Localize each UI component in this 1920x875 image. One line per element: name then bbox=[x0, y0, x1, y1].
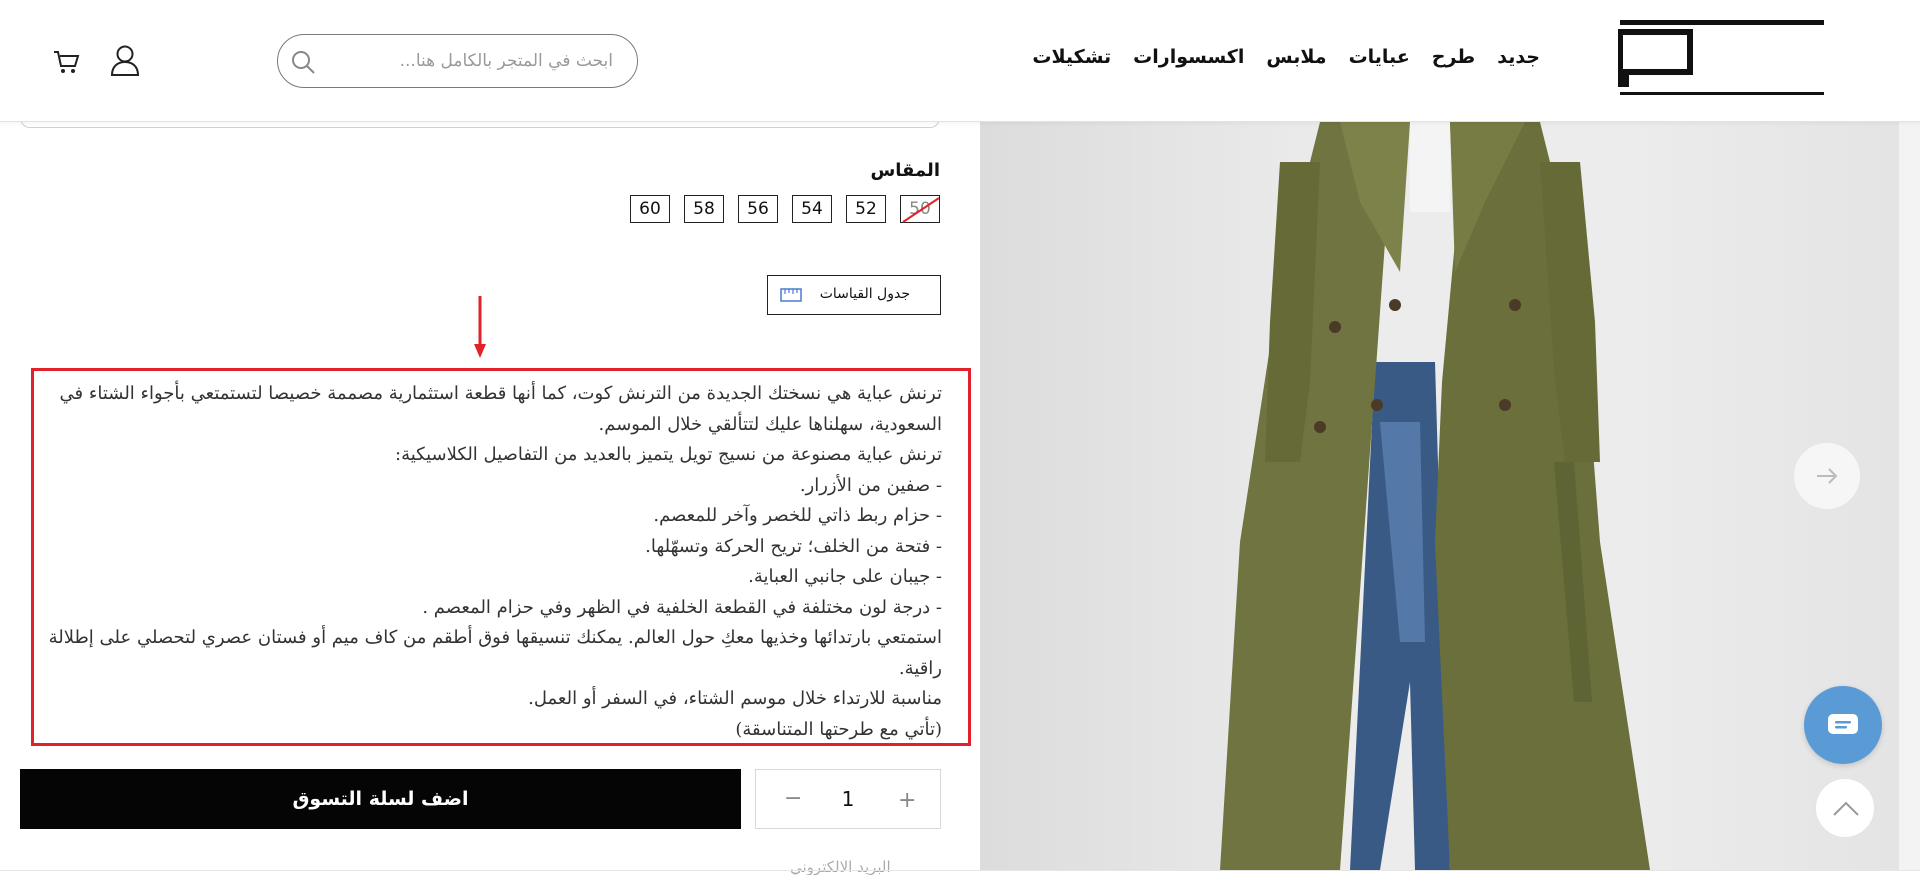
nav-item-accessories[interactable]: اكسسوارات bbox=[1133, 46, 1244, 68]
arrow-right-icon bbox=[1817, 468, 1838, 484]
search-bar bbox=[277, 34, 638, 88]
size-chart-button[interactable]: جدول القياسات bbox=[767, 275, 941, 315]
description-paragraph: مناسبة للارتداء خلال موسم الشتاء، في الس… bbox=[528, 688, 942, 709]
chat-button[interactable] bbox=[1804, 686, 1882, 764]
user-icon[interactable] bbox=[110, 44, 140, 76]
description-paragraph: ترنش عباية هي نسختك الجديدة من الترنش كو… bbox=[59, 383, 942, 435]
search-icon[interactable] bbox=[290, 49, 316, 75]
product-image bbox=[980, 122, 1899, 870]
main-nav: جديد طرح عبايات ملابس اكسسوارات تشكيلات bbox=[1032, 46, 1540, 68]
nav-item-new[interactable]: جديد bbox=[1497, 46, 1540, 68]
nav-item-scarves[interactable]: طرح bbox=[1432, 46, 1475, 68]
site-header: جديد طرح عبايات ملابس اكسسوارات تشكيلات bbox=[0, 0, 1920, 122]
decrease-quantity-button[interactable]: − bbox=[784, 786, 802, 811]
nav-item-collections[interactable]: تشكيلات bbox=[1032, 46, 1111, 68]
annotation-arrow-icon bbox=[474, 296, 486, 358]
product-description-highlight: ترنش عباية هي نسختك الجديدة من الترنش كو… bbox=[31, 368, 971, 746]
size-option-60[interactable]: 60 bbox=[630, 195, 670, 223]
description-bullet: - حزام ربط ذاتي للخصر وآخر للمعصم. bbox=[653, 505, 942, 526]
description-paragraph: استمتعي بارتدائها وخذيها معكِ حول العالم… bbox=[48, 627, 942, 679]
size-option-56[interactable]: 56 bbox=[738, 195, 778, 223]
chat-icon bbox=[1828, 714, 1858, 734]
size-option-54[interactable]: 54 bbox=[792, 195, 832, 223]
scroll-to-top-button[interactable] bbox=[1815, 778, 1875, 838]
brand-logo[interactable] bbox=[1618, 20, 1826, 102]
description-bullet: - جيبان على جانبي العباية. bbox=[748, 566, 942, 587]
divider bbox=[0, 870, 1920, 871]
size-options: 50 52 54 56 58 60 bbox=[630, 195, 940, 223]
description-paragraph: ترنش عباية مصنوعة من نسيج تويل يتميز بال… bbox=[395, 444, 942, 465]
product-photo bbox=[1220, 122, 1650, 870]
next-image-button[interactable] bbox=[1794, 443, 1860, 509]
size-option-50-unavailable[interactable]: 50 bbox=[900, 195, 940, 223]
search-input[interactable] bbox=[343, 47, 613, 75]
description-bullet: - فتحة من الخلف؛ تريح الحركة وتسهّلها. bbox=[645, 535, 942, 557]
description-bullet: - صفين من الأزرار. bbox=[799, 474, 942, 496]
chevron-up-icon bbox=[1833, 801, 1859, 816]
size-option-58[interactable]: 58 bbox=[684, 195, 724, 223]
nav-item-clothes[interactable]: ملابس bbox=[1266, 46, 1326, 68]
add-to-cart-button[interactable]: اضف لسلة التسوق bbox=[20, 769, 741, 829]
size-option-52[interactable]: 52 bbox=[846, 195, 886, 223]
nav-item-abayas[interactable]: عبايات bbox=[1349, 46, 1410, 68]
unavailable-slash-icon bbox=[902, 197, 940, 223]
ruler-icon bbox=[780, 288, 802, 302]
quantity-stepper: + 1 − bbox=[755, 769, 941, 829]
size-chart-label: جدول القياسات bbox=[819, 286, 910, 302]
product-description: ترنش عباية هي نسختك الجديدة من الترنش كو… bbox=[44, 379, 942, 745]
description-bullet: - درجة لون مختلفة في القطعة الخلفية في ا… bbox=[422, 596, 942, 618]
size-label: المقاس bbox=[870, 160, 940, 181]
cart-icon[interactable] bbox=[52, 48, 80, 76]
description-paragraph: (تأتي مع طرحتها المتناسقة) bbox=[735, 718, 942, 740]
scrollbar[interactable] bbox=[1899, 122, 1920, 870]
email-share-link[interactable]: البريد الالكتروني bbox=[790, 858, 891, 875]
